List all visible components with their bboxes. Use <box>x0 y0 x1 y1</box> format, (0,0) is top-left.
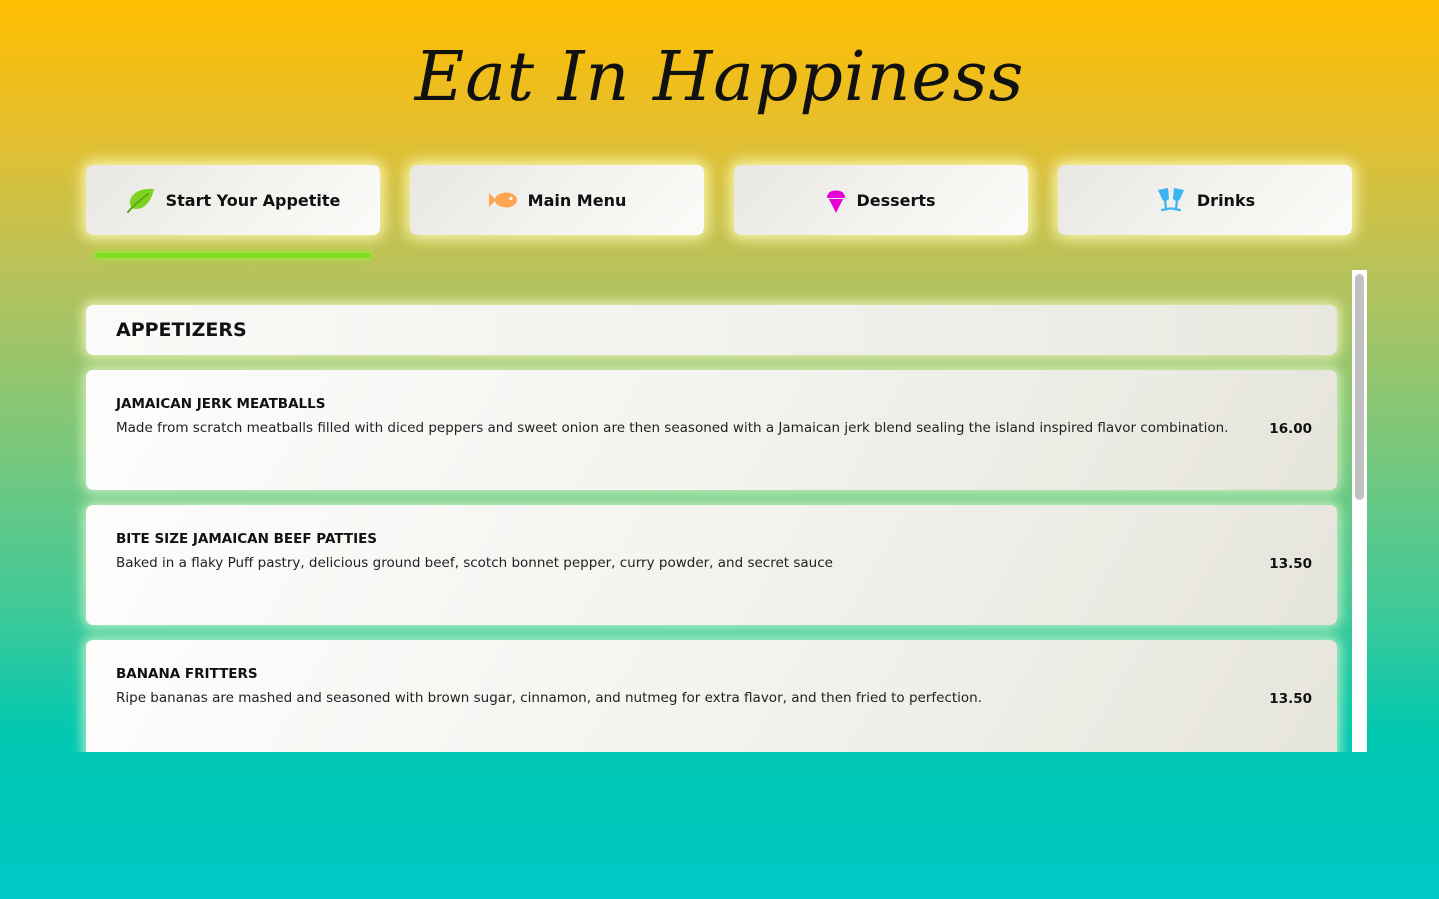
menu-tabs: Start Your Appetite Main Menu Desserts D… <box>86 165 1352 235</box>
tab-label: Start Your Appetite <box>165 190 341 210</box>
item-description: Made from scratch meatballs filled with … <box>116 420 1229 436</box>
item-description: Ripe bananas are mashed and seasoned wit… <box>116 690 983 706</box>
item-name: BANANA FRITTERS <box>116 666 258 682</box>
item-price: 16.00 <box>1269 421 1312 437</box>
footer-background <box>0 752 1439 899</box>
tab-main-menu[interactable]: Main Menu <box>410 165 704 235</box>
glasses-cheers-icon <box>1155 186 1187 214</box>
ice-cream-icon <box>826 186 846 214</box>
tab-start-your-appetite[interactable]: Start Your Appetite <box>86 165 380 235</box>
item-price: 13.50 <box>1269 556 1312 572</box>
page-title: Eat In Happiness <box>414 38 1025 117</box>
item-name: JAMAICAN JERK MEATBALLS <box>116 396 326 412</box>
leaf-icon <box>126 187 156 213</box>
menu-item: BANANA FRITTERS Ripe bananas are mashed … <box>86 640 1337 752</box>
scrollbar[interactable] <box>1352 270 1367 752</box>
scrollbar-thumb[interactable] <box>1355 274 1364 500</box>
item-name: BITE SIZE JAMAICAN BEEF PATTIES <box>116 531 378 547</box>
item-description: Baked in a flaky Puff pastry, delicious … <box>116 555 833 571</box>
tab-label: Drinks <box>1196 190 1256 210</box>
section-title: APPETIZERS <box>116 319 247 341</box>
tab-label: Main Menu <box>527 190 627 210</box>
item-price: 13.50 <box>1269 691 1312 707</box>
tab-desserts[interactable]: Desserts <box>734 165 1028 235</box>
active-tab-indicator <box>95 253 371 258</box>
menu-item: BITE SIZE JAMAICAN BEEF PATTIES Baked in… <box>86 505 1337 625</box>
tab-label: Desserts <box>856 190 936 210</box>
fish-icon <box>488 191 518 209</box>
menu-content: APPETIZERS JAMAICAN JERK MEATBALLS Made … <box>70 270 1367 752</box>
section-header: APPETIZERS <box>86 305 1337 355</box>
tab-drinks[interactable]: Drinks <box>1058 165 1352 235</box>
menu-item: JAMAICAN JERK MEATBALLS Made from scratc… <box>86 370 1337 490</box>
